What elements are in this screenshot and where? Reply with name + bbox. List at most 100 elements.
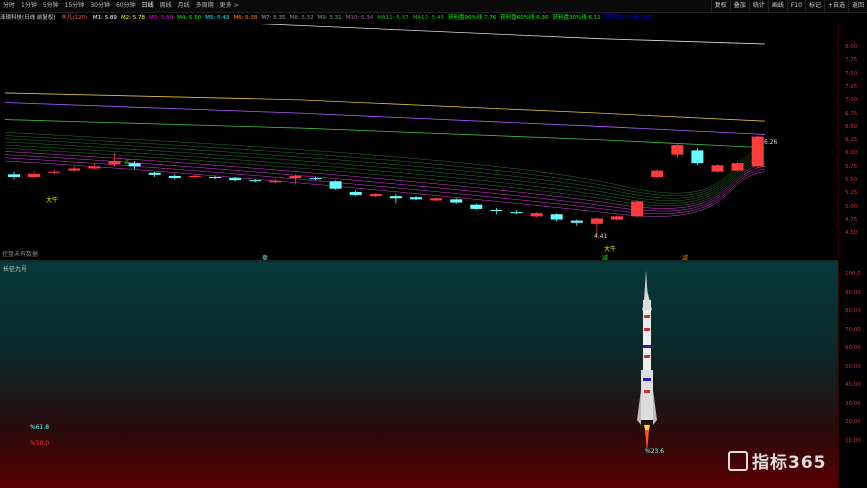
tab-10[interactable]: 更多 > — [217, 0, 242, 12]
candle-body — [470, 204, 483, 209]
candle-body — [349, 191, 362, 196]
price-tick: 5.25 — [845, 190, 858, 197]
tab-6[interactable]: 日线 — [139, 0, 157, 12]
toolbar-button-2[interactable]: 统计 — [748, 0, 768, 12]
indicator-name[interactable]: 丰儿(120) — [61, 15, 87, 21]
candle-body — [510, 212, 523, 214]
lower-indicator-panel — [0, 262, 838, 488]
lower-tick: 70.00 — [845, 326, 861, 333]
tab-7[interactable]: 周线 — [157, 0, 175, 12]
ma-value-5: M6: 5.38 — [233, 15, 258, 21]
lower-tick: 40.00 — [845, 382, 861, 388]
lower-tick: 80.00 — [845, 308, 861, 314]
toolbar-button-3[interactable]: 画线 — [767, 0, 787, 12]
candle-body — [490, 209, 503, 212]
candle-body — [430, 198, 443, 201]
fib-label-cyan: %61.8 — [30, 424, 50, 431]
candle-body — [128, 163, 141, 167]
tab-0[interactable]: 分时 — [0, 0, 18, 12]
candle-body — [731, 163, 744, 171]
ma-value-3: M4: 5.50 — [177, 15, 202, 21]
candle-body — [269, 180, 282, 183]
price-tick: 6.50 — [845, 123, 858, 130]
price-tick: 6.75 — [845, 110, 858, 117]
marker-buy: 买 — [124, 158, 130, 166]
candle-body — [48, 171, 61, 173]
ma-value-8: M9: 5.31 — [317, 15, 342, 21]
candle-body — [671, 145, 684, 155]
stock-title: 泽璟科技(日线 前复权) — [0, 15, 56, 21]
price-tick: 6.25 — [845, 137, 858, 144]
lower-tick: 30.00 — [845, 400, 861, 407]
tab-8[interactable]: 月线 — [175, 0, 193, 12]
candle-body — [369, 194, 382, 197]
candle-body — [28, 173, 41, 177]
candle-body — [691, 150, 704, 164]
title-bar: 泽璟科技(日线 前复权) 丰儿(120) M1: 5.89 M2: 5.78 M3:… — [0, 13, 840, 23]
lower-tick: 100.0 — [845, 271, 861, 277]
candle-body — [410, 197, 422, 200]
tab-1[interactable]: 1分钟 — [18, 0, 40, 12]
ma-value-4: M5: 5.43 — [205, 15, 230, 21]
lower-tick: 60.00 — [845, 345, 861, 351]
candle-body — [329, 181, 342, 189]
label-big-bull-2: 大牛 — [604, 245, 616, 253]
ma-value-11: MA12: 5.43 — [412, 15, 444, 21]
price-tick: 7.75 — [845, 57, 858, 64]
watermark: 指标365 — [728, 448, 827, 473]
tab-9[interactable]: 多周期 — [193, 0, 217, 12]
candle-body — [148, 172, 161, 175]
toolbar: 分时 1分钟 5分钟 15分钟 30分钟 60分钟 日线 周线 月线 多周期 更多 > 复权 叠加 统计… — [0, 0, 867, 13]
price-tick: 7.25 — [845, 83, 858, 90]
candle-body — [651, 170, 664, 177]
toolbar-button-0[interactable]: 复权 — [710, 0, 730, 12]
candle-body — [389, 196, 402, 199]
ma-value-9: M10: 5.34 — [345, 15, 374, 21]
price-tick: 4.75 — [845, 216, 858, 223]
toolbar-button-7[interactable]: 返回 — [847, 0, 867, 12]
lower-tick: 90.00 — [845, 289, 861, 296]
rocket-graphic — [637, 270, 657, 452]
profit-line-2: 获利盘30%线 6.11 — [552, 15, 601, 21]
ma-value-0: M1: 5.89 — [92, 15, 117, 21]
candle-body — [711, 165, 724, 172]
ma-value-10: MA11: 5.37 — [377, 15, 409, 21]
logo-icon — [728, 451, 748, 471]
price-tick: 5.75 — [845, 163, 858, 170]
price-axis: 8.00 7.75 7.50 7.25 7.00 6.75 6.50 6.25 6.00 5.75… — [838, 24, 867, 260]
toolbar-button-4[interactable]: F10 — [786, 0, 805, 12]
ma-value-1: M2: 5.78 — [120, 15, 146, 21]
lower-tick: 10.00 — [845, 437, 861, 444]
tab-2[interactable]: 5分钟 — [40, 0, 62, 12]
toolbar-button-1[interactable]: 叠加 — [729, 0, 749, 12]
ma-value-6: M7: 5.35 — [261, 15, 286, 21]
tab-4[interactable]: 30分钟 — [87, 0, 113, 12]
candle-body — [209, 177, 221, 179]
rocket-value: %23.6 — [645, 448, 665, 455]
lower-panel-title: 长征九号 — [3, 266, 28, 273]
toolbar-button-6[interactable]: +自选 — [823, 0, 848, 12]
candle-body — [289, 175, 302, 179]
candle-body — [751, 136, 764, 167]
ma-curve-0 — [259, 24, 766, 45]
ma-band-line-4 — [4, 148, 766, 207]
toolbar-button-5[interactable]: 标记 — [804, 0, 824, 12]
ma-curve-2 — [4, 102, 766, 135]
candle-body — [309, 178, 322, 180]
profit-line-0: 获利盘90%线 7.76 — [448, 15, 497, 21]
tab-3[interactable]: 15分钟 — [62, 0, 88, 12]
label-low-price: 4.41 — [594, 233, 608, 240]
price-tick: 7.50 — [845, 70, 858, 77]
fib-label-red: %50.0 — [30, 440, 50, 447]
tab-5[interactable]: 60分钟 — [113, 0, 139, 12]
price-tick: 5.00 — [845, 203, 858, 210]
candle-body — [168, 175, 181, 179]
candle-body — [188, 175, 201, 177]
price-tick: 5.50 — [845, 177, 858, 183]
ma-curve-3 — [4, 119, 766, 149]
candle-body — [108, 161, 121, 165]
candle-body — [530, 213, 543, 217]
price-tick: 6.00 — [845, 150, 858, 157]
profit-line-1: 获利盘60%线 6.36 — [500, 15, 549, 21]
label-no-data: 控盘未有数据 — [2, 250, 38, 258]
